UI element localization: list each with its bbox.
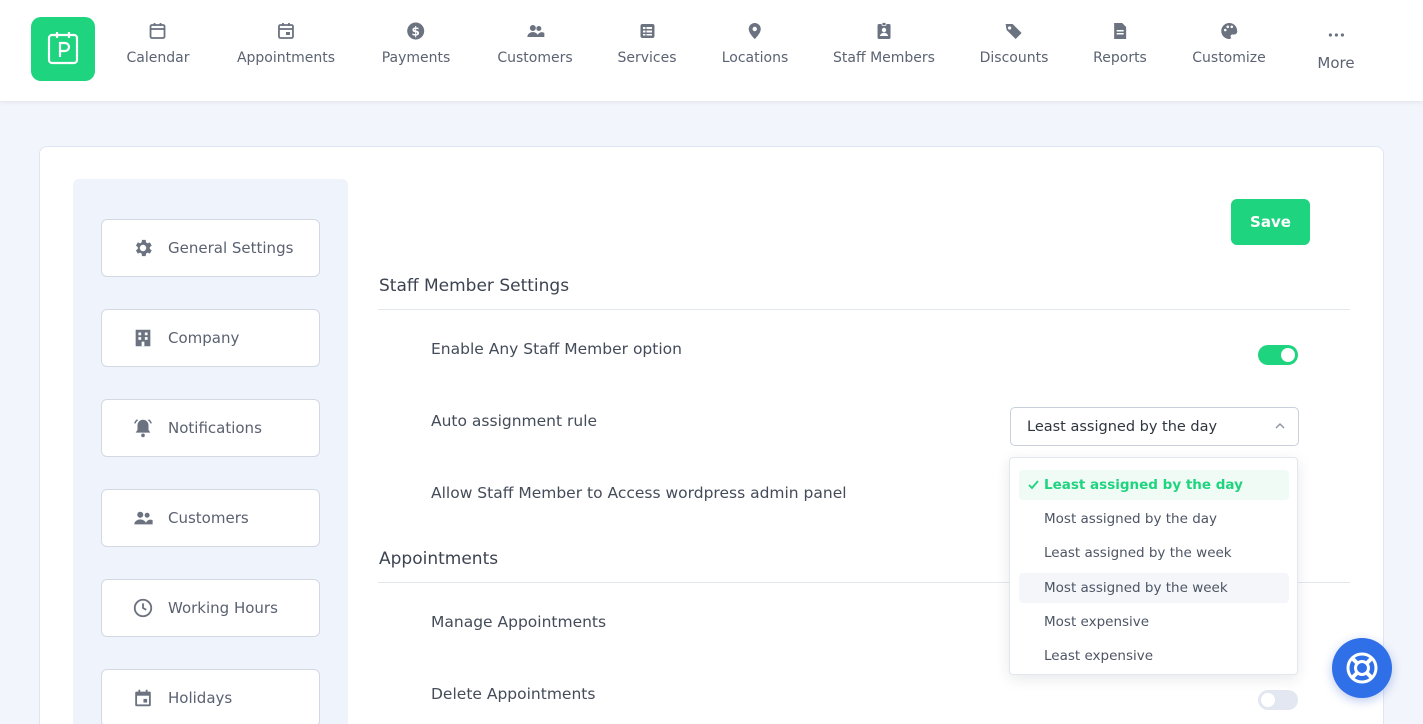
list-icon: [639, 24, 654, 38]
option-label: Most assigned by the day: [1044, 511, 1218, 527]
option-label: Least assigned by the day: [1044, 477, 1243, 493]
auto-assignment-select[interactable]: Least assigned by the day: [1010, 407, 1299, 446]
chevron-up-icon: [1275, 423, 1285, 429]
dropdown-option[interactable]: Most expensive: [1019, 607, 1289, 637]
gear-icon: [135, 239, 152, 257]
sidebar-item-company[interactable]: Company: [101, 309, 320, 367]
nav-label: More: [1317, 54, 1355, 72]
auto-assignment-dropdown: Least assigned by the day Most assigned …: [1009, 457, 1298, 675]
logo-icon: [47, 32, 79, 65]
nav-locations[interactable]: Locations: [721, 20, 789, 66]
nav-label: Services: [617, 50, 677, 66]
calendar-icon: [135, 689, 151, 707]
app-logo[interactable]: [31, 17, 95, 81]
section-divider: [378, 309, 1350, 310]
calendar-icon: [150, 23, 166, 39]
save-button[interactable]: Save: [1231, 199, 1310, 245]
sidebar-item-working-hours[interactable]: Working Hours: [101, 579, 320, 637]
nav-reports[interactable]: Reports: [1093, 20, 1147, 66]
nav-calendar[interactable]: Calendar: [126, 20, 190, 66]
building-icon: [135, 329, 151, 347]
section-title-appointments: Appointments: [379, 549, 499, 569]
palette-icon: [1221, 23, 1237, 39]
section-title-staff: Staff Member Settings: [379, 276, 570, 296]
enable-any-staff-toggle[interactable]: [1258, 345, 1298, 365]
users-icon: [527, 25, 544, 37]
select-value: Least assigned by the day: [1027, 418, 1218, 435]
allow-admin-access-label: Allow Staff Member to Access wordpress a…: [431, 484, 847, 502]
nav-more[interactable]: More: [1317, 24, 1355, 72]
nav-services[interactable]: Services: [617, 20, 677, 66]
file-icon: [1113, 23, 1126, 39]
enable-any-staff-label: Enable Any Staff Member option: [431, 340, 682, 358]
nav-appointments[interactable]: Appointments: [237, 20, 335, 66]
nav-label: Payments: [381, 50, 451, 66]
nav-label: Staff Members: [833, 50, 935, 66]
nav-customize[interactable]: Customize: [1192, 20, 1266, 66]
delete-appointments-label: Delete Appointments: [431, 685, 596, 703]
delete-appointments-toggle[interactable]: [1258, 690, 1298, 710]
lifebuoy-icon: [1346, 652, 1378, 684]
dots-icon: [1328, 33, 1344, 37]
sidebar-item-label: Customers: [168, 509, 249, 527]
manage-appointments-label: Manage Appointments: [431, 613, 607, 631]
nav-label: Calendar: [126, 50, 190, 66]
dropdown-option[interactable]: Most assigned by the day: [1019, 504, 1289, 534]
sidebar-item-label: Notifications: [168, 419, 262, 437]
nav-payments[interactable]: $ Payments: [381, 20, 451, 66]
nav-discounts[interactable]: Discounts: [979, 20, 1049, 66]
sidebar-item-holidays[interactable]: Holidays: [101, 669, 320, 724]
nav-label: Locations: [721, 50, 789, 66]
dropdown-option[interactable]: Least assigned by the day: [1019, 470, 1289, 500]
tag-icon: [1005, 24, 1022, 39]
option-label: Most expensive: [1044, 614, 1150, 630]
check-icon: [1028, 480, 1039, 490]
nav-label: Customers: [497, 50, 573, 66]
clock-icon: [133, 598, 153, 618]
svg-text:$: $: [412, 25, 420, 39]
nav-label: Customize: [1192, 50, 1266, 66]
nav-label: Discounts: [979, 50, 1049, 66]
dropdown-option[interactable]: Most assigned by the week: [1019, 573, 1289, 603]
help-button[interactable]: [1332, 638, 1392, 698]
pin-icon: [748, 23, 761, 39]
option-label: Most assigned by the week: [1044, 580, 1228, 596]
sidebar-item-label: General Settings: [168, 239, 294, 257]
nav-label: Appointments: [236, 50, 336, 66]
bell-icon: [134, 419, 152, 438]
nav-label: Reports: [1093, 50, 1147, 66]
sidebar-item-customers[interactable]: Customers: [101, 489, 320, 547]
sidebar-item-label: Holidays: [168, 689, 233, 707]
sidebar-item-general-settings[interactable]: General Settings: [101, 219, 320, 277]
option-label: Least assigned by the week: [1044, 545, 1232, 561]
toggle-knob: [1261, 693, 1275, 707]
sidebar-item-notifications[interactable]: Notifications: [101, 399, 320, 457]
toggle-knob: [1281, 348, 1295, 362]
nav-staff-members[interactable]: Staff Members: [833, 20, 935, 66]
users-icon: [134, 511, 153, 525]
badge-icon: [877, 22, 891, 39]
dropdown-option[interactable]: Least assigned by the week: [1019, 538, 1289, 568]
dropdown-option[interactable]: Least expensive: [1019, 641, 1289, 671]
calendar-event-icon: [278, 23, 294, 39]
sidebar-item-label: Company: [168, 329, 240, 347]
top-navigation: Calendar Appointments $ Payments Custome…: [0, 0, 1423, 101]
sidebar-item-label: Working Hours: [168, 599, 278, 617]
nav-customers[interactable]: Customers: [497, 20, 573, 66]
option-label: Least expensive: [1044, 648, 1154, 664]
auto-assignment-label: Auto assignment rule: [431, 412, 598, 430]
dollar-icon: $: [407, 22, 425, 40]
